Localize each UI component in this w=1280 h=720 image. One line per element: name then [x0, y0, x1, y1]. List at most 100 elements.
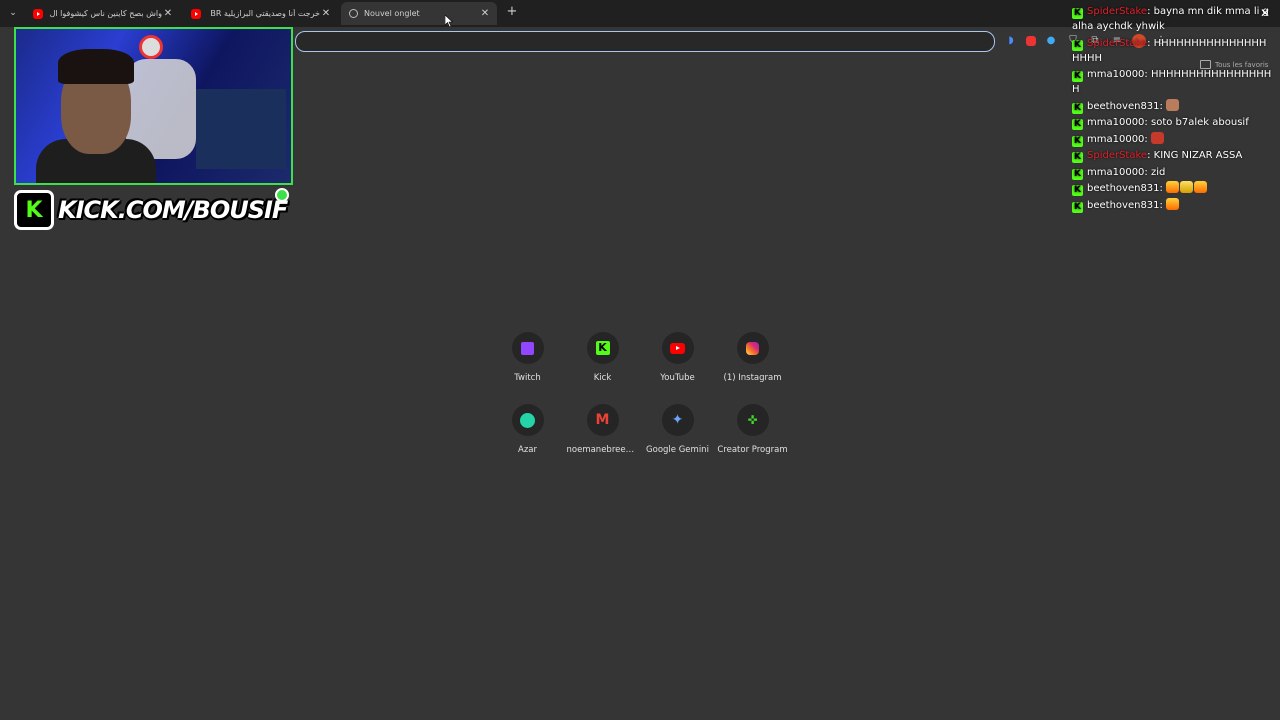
tab-search-button[interactable]: ⌄: [5, 5, 21, 21]
chat-message: K SpiderStake: bayna mn dik mma li galha …: [1072, 4, 1272, 34]
kick-icon: K: [1072, 39, 1083, 51]
cam-background: [196, 89, 286, 169]
shortcut-label: Creator Program: [717, 445, 788, 455]
shortcut-icon-circle: [736, 332, 769, 364]
address-bar[interactable]: [295, 31, 995, 52]
fire-emote-icon: [1166, 181, 1180, 193]
youtube-icon: [191, 8, 201, 19]
gemini-icon: ✦: [671, 412, 684, 428]
extension-icon[interactable]: ●: [1044, 34, 1058, 48]
shortcut-icon-circle: [511, 404, 544, 436]
new-tab-button[interactable]: +: [505, 5, 519, 19]
shortcut-icon-circle: ✦: [661, 404, 694, 436]
kick-icon: K: [1072, 168, 1083, 180]
chat-username: mma10000: [1087, 133, 1145, 145]
youtube-icon: [33, 8, 43, 19]
chat-message: Kbeethoven831:: [1072, 197, 1272, 213]
chat-username: beethoven831: [1087, 183, 1160, 194]
chat-username: SpiderStake: [1087, 150, 1148, 161]
tab-1[interactable]: واش بصح كاينين ناس كيشوفوا ال... ✕: [25, 2, 180, 25]
chat-message: K SpiderStake: KING NIZAR ASSA: [1072, 148, 1272, 163]
kick-channel-banner: K KICK.COM/BOUSIF: [14, 189, 290, 231]
chat-text: soto b7alek abousif: [1150, 117, 1249, 128]
chat-message: Kbeethoven831:: [1072, 181, 1272, 196]
chat-username: beethoven831: [1087, 199, 1160, 211]
shortcut-twitch[interactable]: Twitch: [490, 332, 565, 383]
shortcut-kick[interactable]: K Kick: [565, 332, 640, 383]
kick-icon: K: [1072, 185, 1083, 196]
crown-emote-icon: [1180, 181, 1194, 193]
shortcut-icon-circle: [661, 332, 694, 364]
shortcut-gmail[interactable]: Mnoemanebreezy...: [565, 404, 640, 455]
cam-no-smoking-sign: [139, 35, 163, 59]
chat-username: SpiderStake: [1087, 37, 1148, 49]
angry-emote-icon: [1150, 131, 1164, 144]
verified-badge-icon: [275, 188, 289, 202]
chat-message: Kmma10000: HHHHHHHHHHHHHHHHH: [1072, 67, 1272, 97]
shortcut-icon-circle: M: [586, 404, 619, 436]
kick-icon: K: [1072, 201, 1083, 213]
tab-title: واش بصح كاينين ناس كيشوفوا ال...: [49, 9, 162, 18]
face-emote-icon: [1166, 98, 1180, 111]
shortcut-label: Google Gemini: [646, 445, 709, 455]
chat-text: KING NIZAR ASSA: [1153, 150, 1243, 161]
tab-2[interactable]: خرجت أنا وصديقتي البرازيلية BR ... ✕: [183, 2, 338, 25]
mouse-cursor-icon: [445, 15, 453, 27]
chat-username: mma10000: [1087, 69, 1145, 80]
stream-chat-overlay: K SpiderStake: bayna mn dik mma li galha …: [1072, 4, 1272, 214]
cam-hair: [58, 49, 134, 84]
kick-icon: K: [1072, 8, 1083, 19]
fire-emote-icon: [1194, 181, 1208, 193]
kick-icon: K: [1072, 135, 1083, 147]
shortcut-icon-circle: [511, 332, 544, 364]
tab-title: Nouvel onglet: [364, 9, 420, 18]
tab-title: خرجت أنا وصديقتي البرازيلية BR ...: [207, 9, 320, 18]
shortcut-label: (1) Instagram: [723, 373, 782, 383]
kick-icon: K: [595, 341, 610, 355]
shortcut-azar[interactable]: Azar: [490, 404, 565, 455]
channel-url-text: KICK.COM/BOUSIF: [58, 196, 288, 224]
shortcut-razer[interactable]: ✜ Creator Program: [715, 404, 790, 455]
shortcut-youtube[interactable]: YouTube: [640, 332, 715, 383]
shortcut-label: Twitch: [514, 373, 541, 383]
youtube-icon: [670, 342, 685, 354]
gmail-icon: M: [595, 412, 610, 428]
shortcut-gemini[interactable]: ✦ Google Gemini: [640, 404, 715, 455]
close-icon[interactable]: ✕: [162, 8, 174, 19]
kick-logo-icon: K: [14, 190, 54, 230]
shortcut-label: YouTube: [660, 373, 695, 383]
fire-emote-icon: [1166, 197, 1180, 210]
chat-message: Kmma10000:: [1072, 131, 1272, 147]
chat-username: mma10000: [1087, 117, 1145, 128]
close-icon[interactable]: ✕: [1259, 6, 1271, 20]
tab-3-active[interactable]: Nouvel onglet ✕: [341, 2, 497, 25]
kick-icon: K: [1072, 71, 1083, 82]
chat-username: beethoven831: [1087, 100, 1160, 112]
globe-icon: [349, 9, 358, 18]
kick-icon: K: [1072, 102, 1083, 114]
record-extension-icon[interactable]: [1026, 36, 1036, 46]
razer-icon: ✜: [747, 413, 758, 427]
webcam-overlay: [14, 27, 293, 185]
azar-icon: [520, 412, 535, 428]
chat-message: Kmma10000: soto b7alek abousif: [1072, 115, 1272, 130]
shortcut-label: noemanebreezy...: [566, 445, 639, 455]
chat-message: Kmma10000: zid: [1072, 165, 1272, 180]
audio-extension-icon[interactable]: ◗: [1004, 34, 1018, 48]
shortcut-instagram[interactable]: (1) Instagram: [715, 332, 790, 383]
close-icon[interactable]: ✕: [320, 8, 332, 19]
shortcut-label: Azar: [518, 445, 537, 455]
shortcut-icon-circle: K: [586, 332, 619, 364]
instagram-icon: [746, 341, 759, 355]
chat-username: SpiderStake: [1087, 6, 1148, 17]
close-icon[interactable]: ✕: [479, 8, 491, 19]
chat-message: K SpiderStake: HHHHHHHHHHHHHHHHHHH: [1072, 36, 1272, 66]
kick-icon: K: [1072, 152, 1083, 163]
chat-message: Kbeethoven831:: [1072, 98, 1272, 114]
twitch-icon: [521, 341, 534, 355]
shortcut-label: Kick: [593, 373, 612, 383]
shortcut-icon-circle: ✜: [736, 404, 769, 436]
chat-text: zid: [1150, 166, 1166, 178]
chat-username: mma10000: [1087, 166, 1145, 178]
kick-icon: K: [1072, 119, 1083, 130]
